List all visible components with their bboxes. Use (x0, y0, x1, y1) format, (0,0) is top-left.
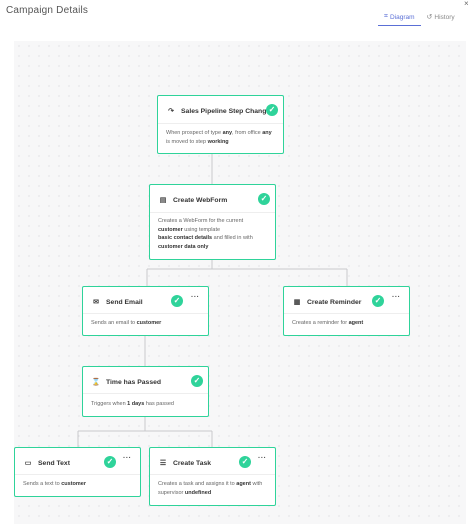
desc-value: customer data only (158, 243, 209, 250)
check-icon: ✓ (171, 295, 183, 307)
desc-value: customer (136, 320, 162, 326)
node-title: Time has Passed (106, 378, 162, 386)
node-sales-pipeline-step-changed[interactable]: ↷ Sales Pipeline Step Changed ✓ When pro… (157, 95, 284, 154)
more-options-icon[interactable]: ··· (392, 294, 401, 301)
desc-text: using template (182, 226, 221, 233)
node-send-email[interactable]: ✉ Send Email ✓ ··· Sends an email to cus… (82, 286, 209, 336)
more-options-icon[interactable]: ··· (258, 455, 267, 462)
more-options-icon[interactable]: ··· (191, 294, 200, 301)
node-description: Sends a text to customer (23, 480, 132, 489)
node-title: Send Email (106, 298, 143, 306)
check-icon: ✓ (239, 456, 251, 468)
check-icon: ✓ (104, 456, 116, 468)
tab-history[interactable]: ↺ History (421, 9, 461, 25)
check-icon: ✓ (266, 104, 278, 116)
node-divider (150, 474, 275, 475)
envelope-icon: ✉ (93, 299, 99, 306)
node-title: Sales Pipeline Step Changed (181, 107, 275, 115)
form-icon: ▤ (159, 197, 167, 204)
node-description: When prospect of type any, from office a… (166, 129, 275, 146)
node-divider (158, 123, 283, 124)
node-divider (15, 474, 140, 475)
desc-text: and filled in with (212, 235, 253, 241)
history-icon: ↺ (426, 14, 433, 21)
check-icon: ✓ (191, 375, 203, 387)
node-divider (83, 313, 208, 314)
node-create-reminder[interactable]: ▦ Create Reminder ✓ ··· Creates a remind… (283, 286, 410, 336)
more-options-icon[interactable]: ··· (123, 455, 132, 462)
diagram-icon: ⌗ (384, 13, 388, 20)
desc-text: When prospect of type (166, 130, 223, 136)
desc-text: has passed (144, 401, 174, 407)
desc-text: , from office (232, 130, 263, 136)
node-divider (150, 212, 275, 213)
node-title: Create WebForm (173, 196, 228, 204)
node-divider (83, 393, 208, 394)
close-icon[interactable]: × (464, 0, 469, 8)
desc-value: agent (348, 320, 364, 326)
node-description: Triggers when 1 days has passed (91, 400, 200, 409)
calendar-icon: ▦ (293, 299, 301, 306)
desc-value: any (222, 130, 233, 136)
desc-value: any (262, 130, 272, 136)
node-title: Send Text (38, 459, 70, 467)
node-create-webform[interactable]: ▤ Create WebForm ✓ Creates a WebForm for… (149, 184, 276, 260)
node-title: Create Reminder (307, 298, 362, 306)
page-title: Campaign Details (6, 5, 89, 16)
view-tabs: ⌗ Diagram ↺ History (378, 9, 461, 27)
desc-text: is moved to step (166, 138, 208, 145)
desc-value: customer (158, 226, 183, 233)
desc-text: Triggers when (91, 401, 128, 407)
tab-diagram-label: Diagram (389, 13, 415, 21)
desc-value: undefined (184, 489, 212, 496)
desc-text: Creates a WebForm for the current (158, 218, 244, 224)
desc-text: Sends a text to (23, 481, 62, 487)
desc-value: customer (61, 481, 86, 487)
desc-value: agent (236, 481, 251, 487)
node-create-task[interactable]: ☰ Create Task ✓ ··· Creates a task and a… (149, 447, 276, 506)
list-icon: ☰ (159, 460, 167, 467)
tab-diagram[interactable]: ⌗ Diagram (378, 9, 421, 26)
node-title: Create Task (173, 459, 212, 467)
hourglass-icon: ⌛ (91, 379, 101, 386)
desc-value: 1 days (127, 401, 145, 407)
node-description: Creates a task and assigns it to agent w… (158, 480, 267, 497)
check-icon: ✓ (258, 193, 270, 205)
node-send-text[interactable]: ▭ Send Text ✓ ··· Sends a text to custom… (14, 447, 141, 497)
desc-text: Creates a reminder for (292, 320, 349, 326)
node-description: Creates a reminder for agent (292, 319, 401, 328)
node-divider (284, 313, 409, 314)
desc-value: working (207, 138, 229, 145)
desc-text: Sends an email to (91, 320, 137, 326)
check-icon: ✓ (372, 295, 384, 307)
redirect-arrow-icon: ↷ (168, 108, 174, 115)
chat-icon: ▭ (24, 460, 32, 467)
desc-text: Creates a task and assigns it to (158, 481, 237, 487)
node-description: Sends an email to customer (91, 319, 200, 328)
node-description: Creates a WebForm for the current custom… (158, 217, 267, 251)
desc-value: basic contact details (158, 235, 213, 241)
tab-history-label: History (434, 13, 455, 21)
node-time-has-passed[interactable]: ⌛ Time has Passed ✓ Triggers when 1 days… (82, 366, 209, 417)
